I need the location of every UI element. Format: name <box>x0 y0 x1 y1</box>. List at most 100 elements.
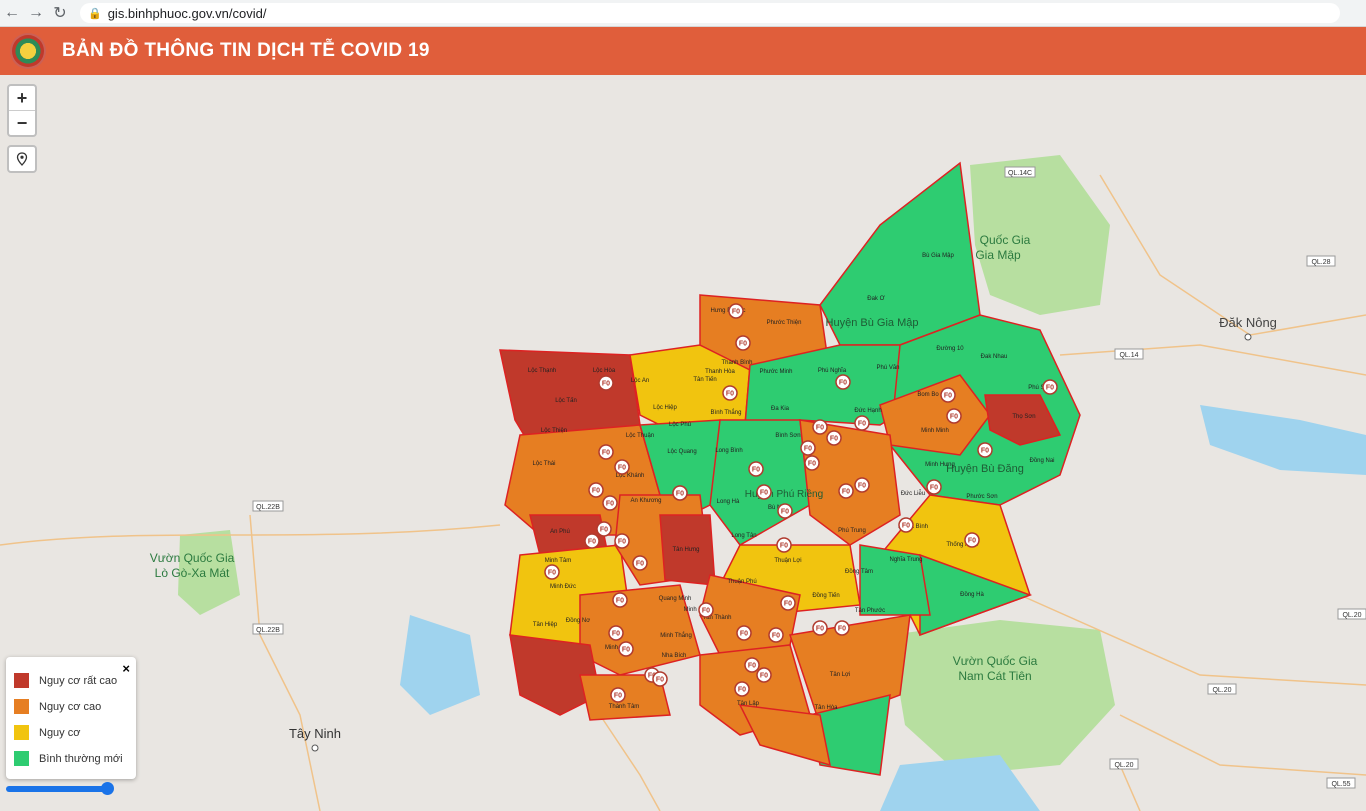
commune-label: Lộc Hòa <box>593 368 616 374</box>
commune-label: Lộc Thạnh <box>528 368 556 374</box>
zoom-in-button[interactable]: + <box>9 86 35 110</box>
commune-label: Minh Đức <box>550 584 576 590</box>
f0-marker-label: F0 <box>739 341 747 348</box>
f0-marker-label: F0 <box>839 380 847 387</box>
f0-marker-label: F0 <box>1046 385 1054 392</box>
slider-handle[interactable] <box>101 782 114 795</box>
label-vqg-gia-map-2: Gia Mập <box>975 248 1021 262</box>
legend-close-button[interactable]: × <box>122 661 130 676</box>
commune-label: Minh Tâm <box>545 558 572 564</box>
commune-label: Bình Thắng <box>711 409 742 416</box>
f0-marker-label: F0 <box>784 601 792 608</box>
label-vqg-lo-go-1: Vườn Quốc Gia <box>150 551 235 565</box>
f0-marker-label: F0 <box>614 693 622 700</box>
f0-marker-label: F0 <box>781 509 789 516</box>
commune-label: Thanh Bình <box>721 360 752 366</box>
f0-marker-label: F0 <box>858 483 866 490</box>
commune-label: An Phú <box>550 529 570 535</box>
commune-label: Đồng Tiến <box>812 593 839 599</box>
commune-label: Thuận Phú <box>727 579 756 585</box>
back-icon[interactable]: ← <box>0 1 24 25</box>
f0-marker-label: F0 <box>740 631 748 638</box>
zoom-control: + − <box>7 84 37 137</box>
opacity-slider[interactable] <box>6 782 114 795</box>
commune-label: Bom Bo <box>917 392 939 398</box>
f0-marker-label: F0 <box>636 561 644 568</box>
f0-marker-label: F0 <box>816 425 824 432</box>
commune-label: Quang Minh <box>659 596 692 602</box>
reload-icon[interactable]: ↻ <box>48 1 72 25</box>
f0-marker-label: F0 <box>760 490 768 497</box>
label-huyen-bu-dang: Huyện Bù Đăng <box>946 463 1024 475</box>
f0-marker-label: F0 <box>606 501 614 508</box>
locate-button[interactable] <box>7 145 37 173</box>
f0-marker-label: F0 <box>676 491 684 498</box>
commune-label: Phú Nghĩa <box>818 368 847 374</box>
f0-marker-label: F0 <box>816 626 824 633</box>
f0-marker-label: F0 <box>968 538 976 545</box>
commune-label: Đak Ơ <box>867 296 884 302</box>
road-ql28: QL.28 <box>1311 259 1330 266</box>
forward-icon[interactable]: → <box>24 1 48 25</box>
road-ql22b-2: QL.22B <box>256 627 280 634</box>
commune-label: Tân Lập <box>737 701 760 707</box>
commune-label: Thanh Hòa <box>705 369 735 375</box>
f0-marker-label: F0 <box>618 539 626 546</box>
commune-label: Phước Thiện <box>767 320 802 326</box>
commune-label: Tân Hòa <box>814 705 838 711</box>
commune-label: Nghĩa Trung <box>889 557 922 563</box>
commune-label: Đường 10 <box>936 346 964 352</box>
commune-label: Long Hà <box>717 499 740 505</box>
road-ql14: QL.14 <box>1119 352 1138 359</box>
f0-marker-label: F0 <box>656 677 664 684</box>
legend-item: Nguy cơ cao <box>14 699 101 714</box>
commune-label: Thọ Sơn <box>1012 414 1035 420</box>
f0-marker-label: F0 <box>838 626 846 633</box>
f0-marker-label: F0 <box>738 687 746 694</box>
browser-toolbar: ← → ↻ 🔒 gis.binhphuoc.gov.vn/covid/ <box>0 0 1366 27</box>
zoom-out-button[interactable]: − <box>9 110 35 135</box>
commune-label: Lộc Thuận <box>626 433 654 439</box>
commune-label: Tân Lợi <box>830 672 851 678</box>
f0-marker-label: F0 <box>950 414 958 421</box>
label-vqg-cat-tien-2: Nam Cát Tiên <box>958 669 1031 683</box>
label-vqg-gia-map-1: Quốc Gia <box>980 233 1031 247</box>
road-ql55: QL.55 <box>1331 781 1350 788</box>
f0-marker-label: F0 <box>602 450 610 457</box>
commune-label: Tân Hưng <box>672 547 699 553</box>
legend-swatch <box>14 751 29 766</box>
district-dong-tam[interactable] <box>859 544 931 616</box>
map-pin-icon <box>16 152 28 166</box>
commune-label: Minh Thắng <box>660 632 692 639</box>
commune-label: Minh Hưng <box>925 462 955 468</box>
commune-label: Đức Liễu <box>901 490 925 497</box>
url-text: gis.binhphuoc.gov.vn/covid/ <box>107 5 267 21</box>
commune-label: Tân Hiệp <box>533 622 558 628</box>
label-vqg-lo-go-2: Lò Gò-Xa Mát <box>155 566 230 580</box>
f0-marker-label: F0 <box>830 436 838 443</box>
map-canvas[interactable]: Đăk Nông Tây Ninh Quốc Gia Gia Mập Vườn … <box>0 75 1366 811</box>
commune-label: Phú Văn <box>876 365 899 371</box>
commune-label: Tân Tiến <box>693 377 716 383</box>
f0-marker-label: F0 <box>602 381 610 388</box>
legend-swatch <box>14 725 29 740</box>
commune-label: Lộc Quang <box>667 449 696 455</box>
f0-marker-label: F0 <box>612 631 620 638</box>
commune-label: Bình Sơn <box>775 433 800 439</box>
address-bar[interactable]: 🔒 gis.binhphuoc.gov.vn/covid/ <box>80 3 1340 23</box>
legend-item: Bình thường mới <box>14 751 123 766</box>
f0-marker-label: F0 <box>981 448 989 455</box>
f0-marker-label: F0 <box>732 309 740 316</box>
label-dak-nong: Đăk Nông <box>1219 315 1277 330</box>
f0-marker-label: F0 <box>858 421 866 428</box>
legend-panel: × Nguy cơ rất cao Nguy cơ cao Nguy cơ Bì… <box>6 657 136 779</box>
f0-marker-label: F0 <box>548 570 556 577</box>
commune-label: Thuận Lợi <box>774 558 801 564</box>
f0-marker-label: F0 <box>748 663 756 670</box>
commune-label: Đak Nhau <box>981 354 1008 360</box>
f0-marker-label: F0 <box>902 523 910 530</box>
legend-label: Nguy cơ rất cao <box>39 674 118 687</box>
label-tay-ninh: Tây Ninh <box>289 726 341 741</box>
commune-label: Đồng Nai <box>1029 458 1054 464</box>
legend-label: Nguy cơ <box>39 726 81 739</box>
